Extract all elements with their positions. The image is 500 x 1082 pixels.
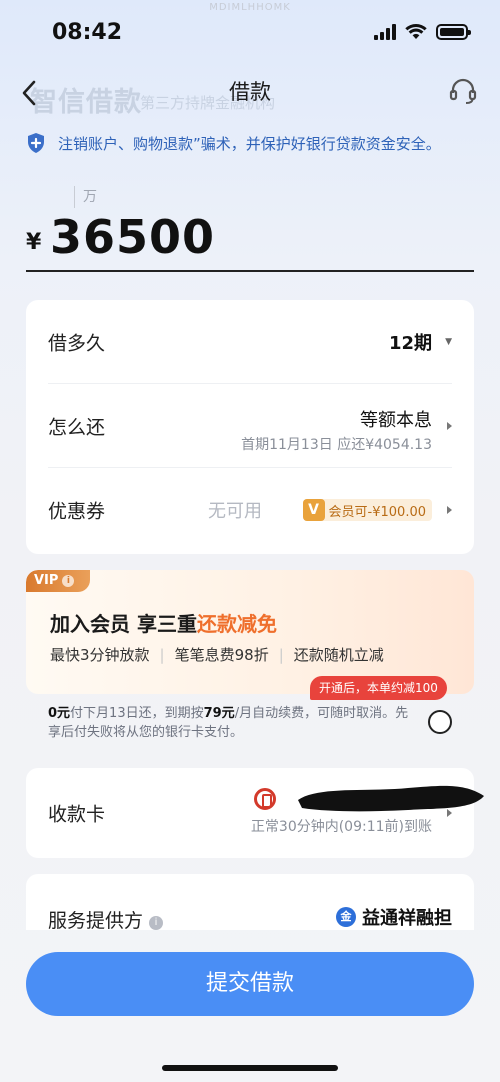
membership-radio[interactable] xyxy=(428,710,452,734)
status-icons xyxy=(374,24,471,40)
repayment-row[interactable]: 怎么还 等额本息 首期11月13日 应还¥4054.13 xyxy=(48,384,452,468)
signal-icon xyxy=(374,24,396,40)
repayment-first-due: 首期11月13日 应还¥4054.13 xyxy=(241,437,432,453)
chevron-right-icon xyxy=(447,506,452,514)
provider-label-text: 服务提供方 xyxy=(48,910,144,932)
info-icon: i xyxy=(62,575,75,587)
loan-details-card: 借多久 12期 ▼ 怎么还 等额本息 首期11月13日 应还¥4054.13 优… xyxy=(26,300,474,554)
perk-item: 笔笔息费98折 xyxy=(174,646,269,664)
provider-name: 益通祥融担 xyxy=(362,908,452,929)
watermark: MDIMLHHOMK xyxy=(209,2,291,13)
provider-card: 服务提供方 i 金 益通祥融担 xyxy=(26,874,474,933)
membership-title: 加入会员 享三重还款减免 xyxy=(50,608,277,637)
term-label: 借多久 xyxy=(48,332,106,354)
shield-plus-icon xyxy=(28,133,44,153)
status-time: 08:42 xyxy=(52,20,123,45)
unit-hint: 万 xyxy=(74,186,97,208)
membership-title-prefix: 加入会员 享三重 xyxy=(50,612,197,636)
amount-value[interactable]: 36500 xyxy=(50,210,215,264)
vip-badge: VIP i xyxy=(26,570,90,592)
headset-icon[interactable] xyxy=(448,76,478,106)
nav-bar: 智信借款 第三方持牌金融机构 借款 xyxy=(0,70,500,120)
terms-amount-first: 0元 xyxy=(48,706,71,721)
guarantor-icon: 金 xyxy=(336,907,356,927)
membership-perks: 最快3分钟放款 | 笔笔息费98折 | 还款随机立减 xyxy=(50,646,384,664)
notice-text: 注销账户、购物退款”骗术，并保护好银行贷款资金安全。 xyxy=(58,134,441,153)
caret-down-icon: ▼ xyxy=(445,336,452,347)
info-icon[interactable]: i xyxy=(149,916,164,930)
terms-amount-second: 79元 xyxy=(203,706,235,721)
submit-loan-button[interactable]: 提交借款 xyxy=(26,952,474,1016)
provider-label: 服务提供方 i xyxy=(48,906,164,933)
membership-title-highlight: 还款减免 xyxy=(196,612,277,636)
perk-item: 还款随机立减 xyxy=(293,646,384,664)
vip-badge-text: VIP xyxy=(34,573,59,588)
amount-input[interactable]: 万 ¥ 36500 xyxy=(26,186,474,272)
home-indicator xyxy=(162,1065,338,1071)
wifi-icon xyxy=(405,24,427,39)
vip-v-icon: V xyxy=(302,499,325,521)
membership-terms: 0元付下月13日还，到期按79元/月自动续费，可随时取消。先享后付失败将从您的银… xyxy=(48,704,418,742)
chevron-right-icon xyxy=(447,421,452,430)
status-bar: MDIMLHHOMK 08:42 xyxy=(0,0,500,64)
repayment-method: 等额本息 xyxy=(360,410,432,431)
vip-discount-tag: V 会员可-¥100.00 xyxy=(302,499,432,521)
bank-card-row[interactable]: 收款卡 正常30分钟内(09:11前)到账 xyxy=(48,768,484,858)
provider-value: 金 益通祥融担 xyxy=(336,904,452,930)
coupon-row[interactable]: 优惠券 无可用 V 会员可-¥100.00 xyxy=(48,468,452,552)
coupon-none-text: 无可用 xyxy=(208,501,262,522)
battery-icon xyxy=(436,24,471,40)
term-value: 12期 xyxy=(388,332,432,354)
safety-notice: 注销账户、购物退款”骗术，并保护好银行贷款资金安全。 xyxy=(26,126,476,160)
coupon-label: 优惠券 xyxy=(48,500,106,523)
perk-item: 最快3分钟放款 xyxy=(50,646,150,664)
arrival-time: 正常30分钟内(09:11前)到账 xyxy=(250,819,432,835)
chevron-right-icon xyxy=(447,809,452,817)
promo-badge: 开通后，本单约减100 xyxy=(310,676,447,700)
bank-card-card[interactable]: 收款卡 正常30分钟内(09:11前)到账 xyxy=(26,768,484,858)
page-title: 借款 xyxy=(229,80,271,104)
repayment-label: 怎么还 xyxy=(48,416,106,438)
vip-discount-text: 会员可-¥100.00 xyxy=(328,504,426,520)
terms-part1: 付下月13日还，到期按 xyxy=(70,706,204,721)
redaction-mark xyxy=(298,785,484,812)
bank-card-label: 收款卡 xyxy=(48,803,106,826)
currency-symbol: ¥ xyxy=(26,230,42,255)
term-row[interactable]: 借多久 12期 ▼ xyxy=(48,300,452,384)
